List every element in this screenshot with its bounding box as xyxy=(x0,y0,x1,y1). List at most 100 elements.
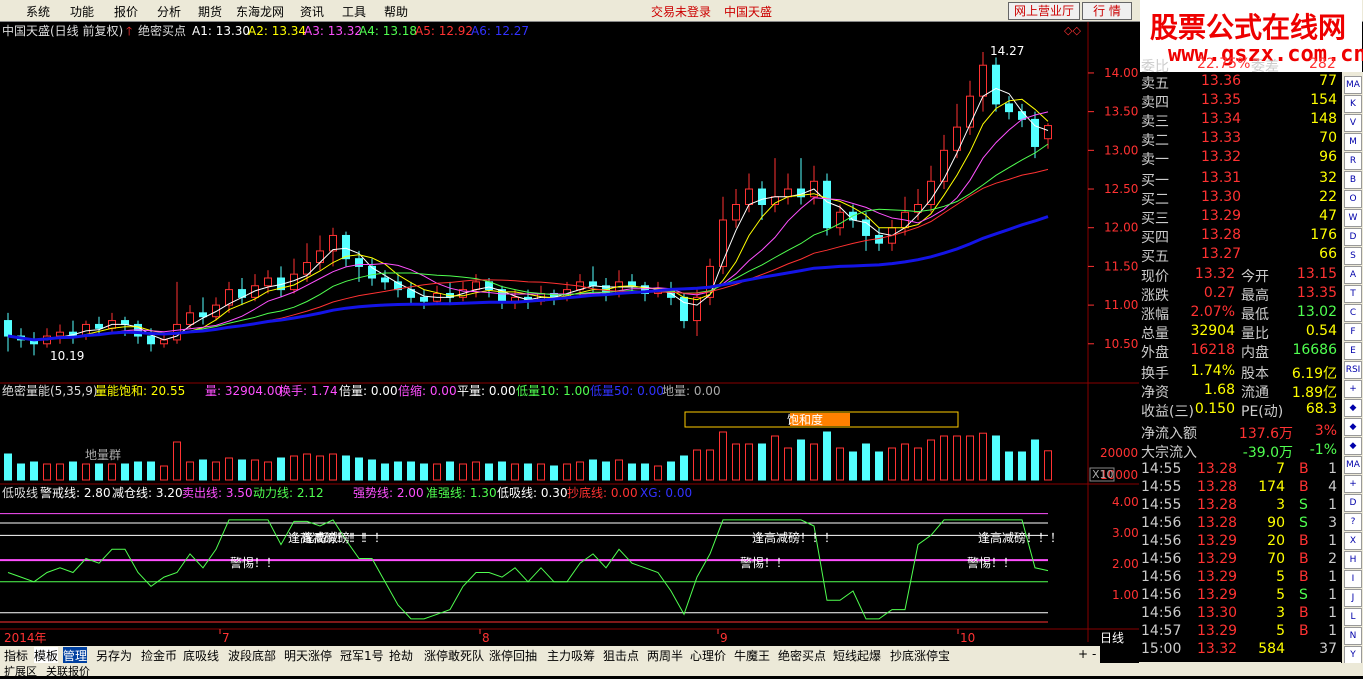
volume-bar xyxy=(667,461,675,481)
stat-value: 68.3 xyxy=(1305,401,1337,417)
side-tool-icon[interactable]: D xyxy=(1344,228,1362,246)
menu-futures[interactable]: 期货 xyxy=(198,3,222,20)
side-tool-icon[interactable]: O xyxy=(1344,190,1362,208)
formula-tab[interactable]: 波段底部 xyxy=(228,647,276,664)
volume-bar xyxy=(745,443,753,481)
menu-system[interactable]: 系统 xyxy=(26,3,50,20)
formula-tab[interactable]: 底吸线 xyxy=(183,647,219,664)
menu-quote[interactable]: 报价 xyxy=(114,3,138,20)
ma-a2: A2: 13.34 xyxy=(248,24,306,38)
side-tool-icon[interactable]: ◆ xyxy=(1344,418,1362,436)
tab-nav-button[interactable]: + xyxy=(1078,647,1088,661)
side-tool-icon[interactable]: S xyxy=(1344,247,1362,265)
tab-nav-button[interactable]: - xyxy=(1092,647,1096,661)
diamond-icon[interactable]: ◇◇ xyxy=(1064,24,1081,37)
volume-bar xyxy=(56,463,64,481)
tick-volume: 5 xyxy=(1276,569,1285,585)
side-tool-icon[interactable]: RSI xyxy=(1344,361,1362,379)
volume-bar xyxy=(1018,451,1026,481)
side-tool-icon[interactable]: F xyxy=(1344,323,1362,341)
menu-help[interactable]: 帮助 xyxy=(384,3,408,20)
side-tool-icon[interactable]: C xyxy=(1344,304,1362,322)
menu-news[interactable]: 资讯 xyxy=(300,3,324,20)
side-tool-icon[interactable]: I xyxy=(1344,570,1362,588)
side-tool-icon[interactable]: L xyxy=(1344,608,1362,626)
formula-tab[interactable]: 狙击点 xyxy=(603,647,639,664)
formula-tab[interactable]: 指标 xyxy=(4,647,28,664)
formula-tab[interactable]: 涨停敢死队 xyxy=(424,647,484,664)
online-office-button[interactable]: 网上营业厅 xyxy=(1008,2,1080,20)
side-tool-icon[interactable]: A xyxy=(1344,266,1362,284)
formula-tab[interactable]: 心理价 xyxy=(690,647,726,664)
menu-analysis[interactable]: 分析 xyxy=(157,3,181,20)
volume-bar xyxy=(810,443,818,481)
chart-area[interactable]: 14.00 13.50 13.00 12.50 12.00 11.50 11.00 10.50… xyxy=(0,22,1139,646)
formula-tab[interactable]: 捡金币 xyxy=(141,647,177,664)
bid-price: 13.31 xyxy=(1201,170,1242,186)
formula-tab[interactable]: 两周半 xyxy=(647,647,683,664)
formula-tab[interactable]: 抄底涨停宝 xyxy=(890,647,950,664)
ma-a1: A1: 13.30 xyxy=(192,24,250,38)
quote-weicha-value: 282 xyxy=(1309,56,1336,72)
tick-time: 14:55 xyxy=(1141,479,1182,495)
tick-time: 14:56 xyxy=(1141,587,1182,603)
formula-tab[interactable]: 模板 xyxy=(34,647,59,664)
formula-tab[interactable]: 绝密买点 xyxy=(778,647,826,664)
period-label[interactable]: 日线 xyxy=(1100,631,1124,645)
side-tool-icon[interactable]: + xyxy=(1344,380,1362,398)
side-tool-icon[interactable]: J xyxy=(1344,589,1362,607)
related-quote-tab[interactable]: 关联报价 xyxy=(46,663,90,679)
vol-saturation: 量能饱和: 20.55 xyxy=(95,383,185,398)
formula-tab[interactable]: 涨停回抽 xyxy=(489,647,537,664)
formula-tab[interactable]: 主力吸筹 xyxy=(547,647,595,664)
volume-bar xyxy=(719,431,727,481)
side-tool-icon[interactable]: T xyxy=(1344,285,1362,303)
menu-tools[interactable]: 工具 xyxy=(342,3,366,20)
side-tool-icon[interactable]: B xyxy=(1344,171,1362,189)
osc-indicator-name: 低吸线 xyxy=(2,486,38,500)
ext-area-tab[interactable]: 扩展区 xyxy=(4,663,37,679)
formula-tab[interactable]: 牛魔王 xyxy=(734,647,770,664)
side-tool-icon[interactable]: K xyxy=(1344,95,1362,113)
side-tool-icon[interactable]: H xyxy=(1344,551,1362,569)
volume-bar xyxy=(966,435,974,481)
side-tool-icon[interactable]: MA xyxy=(1344,76,1362,94)
menu-function[interactable]: 功能 xyxy=(70,3,94,20)
side-tool-icon[interactable]: ◆ xyxy=(1344,399,1362,417)
menu-donghai[interactable]: 东海龙网 xyxy=(236,3,284,20)
ask-label: 卖四 xyxy=(1141,95,1169,111)
volume-bar xyxy=(511,463,519,481)
quote-button[interactable]: 行 情 xyxy=(1082,2,1132,20)
tick-price: 13.29 xyxy=(1197,569,1238,585)
formula-tab[interactable]: 管理 xyxy=(63,647,88,664)
formula-tab[interactable]: 短线起爆 xyxy=(833,647,881,664)
trade-login-status[interactable]: 交易未登录 xyxy=(651,3,711,20)
side-tool-icon[interactable]: ? xyxy=(1344,513,1362,531)
side-tool-icon[interactable]: ◆ xyxy=(1344,437,1362,455)
side-tool-icon[interactable]: V xyxy=(1344,114,1362,132)
stat-label: 涨跌 xyxy=(1141,288,1169,304)
formula-tab[interactable]: 抢劫 xyxy=(389,647,413,664)
tab-nav-button[interactable]: ○ xyxy=(1106,647,1116,661)
side-tool-icon[interactable]: M xyxy=(1344,133,1362,151)
candle-body xyxy=(4,320,12,337)
ask-price: 13.36 xyxy=(1201,73,1242,89)
side-tool-icon[interactable]: N xyxy=(1344,627,1362,645)
side-tool-icon[interactable]: W xyxy=(1344,209,1362,227)
side-tool-icon[interactable]: D xyxy=(1344,494,1362,512)
side-tool-icon[interactable]: X xyxy=(1344,532,1362,550)
side-tool-icon[interactable]: + xyxy=(1344,475,1362,493)
volume-bar xyxy=(303,453,311,481)
formula-tab[interactable]: 另存为 xyxy=(96,647,132,664)
tick-count: 3 xyxy=(1328,515,1337,531)
bid-price: 13.27 xyxy=(1201,246,1242,262)
volume-bar xyxy=(927,439,935,481)
formula-tab[interactable]: 冠军1号 xyxy=(340,647,384,664)
formula-tab[interactable]: 明天涨停 xyxy=(284,647,332,664)
side-tool-icon[interactable]: R xyxy=(1344,152,1362,170)
side-tool-icon[interactable]: Y xyxy=(1344,646,1362,664)
volume-bar xyxy=(849,451,857,481)
tick-price: 13.29 xyxy=(1197,623,1238,639)
side-tool-icon[interactable]: E xyxy=(1344,342,1362,360)
side-tool-icon[interactable]: MA xyxy=(1344,456,1362,474)
